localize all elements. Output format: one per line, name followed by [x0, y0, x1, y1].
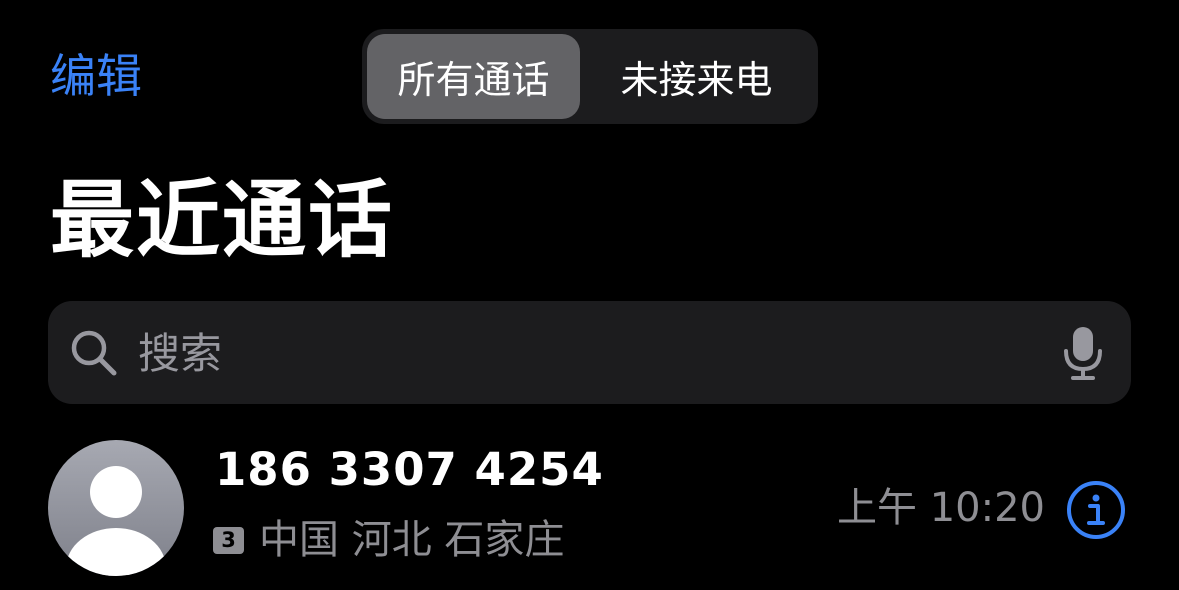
call-filter-segmented-control: 所有通话 未接来电	[362, 29, 818, 124]
segment-missed-calls[interactable]: 未接来电	[580, 34, 813, 119]
caller-number: 186 3307 4254	[215, 443, 604, 496]
person-silhouette-icon	[66, 466, 166, 576]
microphone-icon[interactable]	[1062, 325, 1104, 381]
page-title: 最近通话	[50, 171, 395, 269]
info-icon[interactable]	[1065, 479, 1127, 541]
sim-badge: 3	[213, 527, 244, 554]
avatar	[48, 440, 184, 576]
search-icon	[71, 330, 117, 376]
caller-location: 中国 河北 石家庄	[259, 517, 565, 563]
search-input[interactable]	[138, 323, 1018, 383]
call-time: 上午 10:20	[837, 485, 1045, 531]
segment-all-calls[interactable]: 所有通话	[367, 34, 580, 119]
edit-button[interactable]: 编辑	[50, 48, 142, 104]
